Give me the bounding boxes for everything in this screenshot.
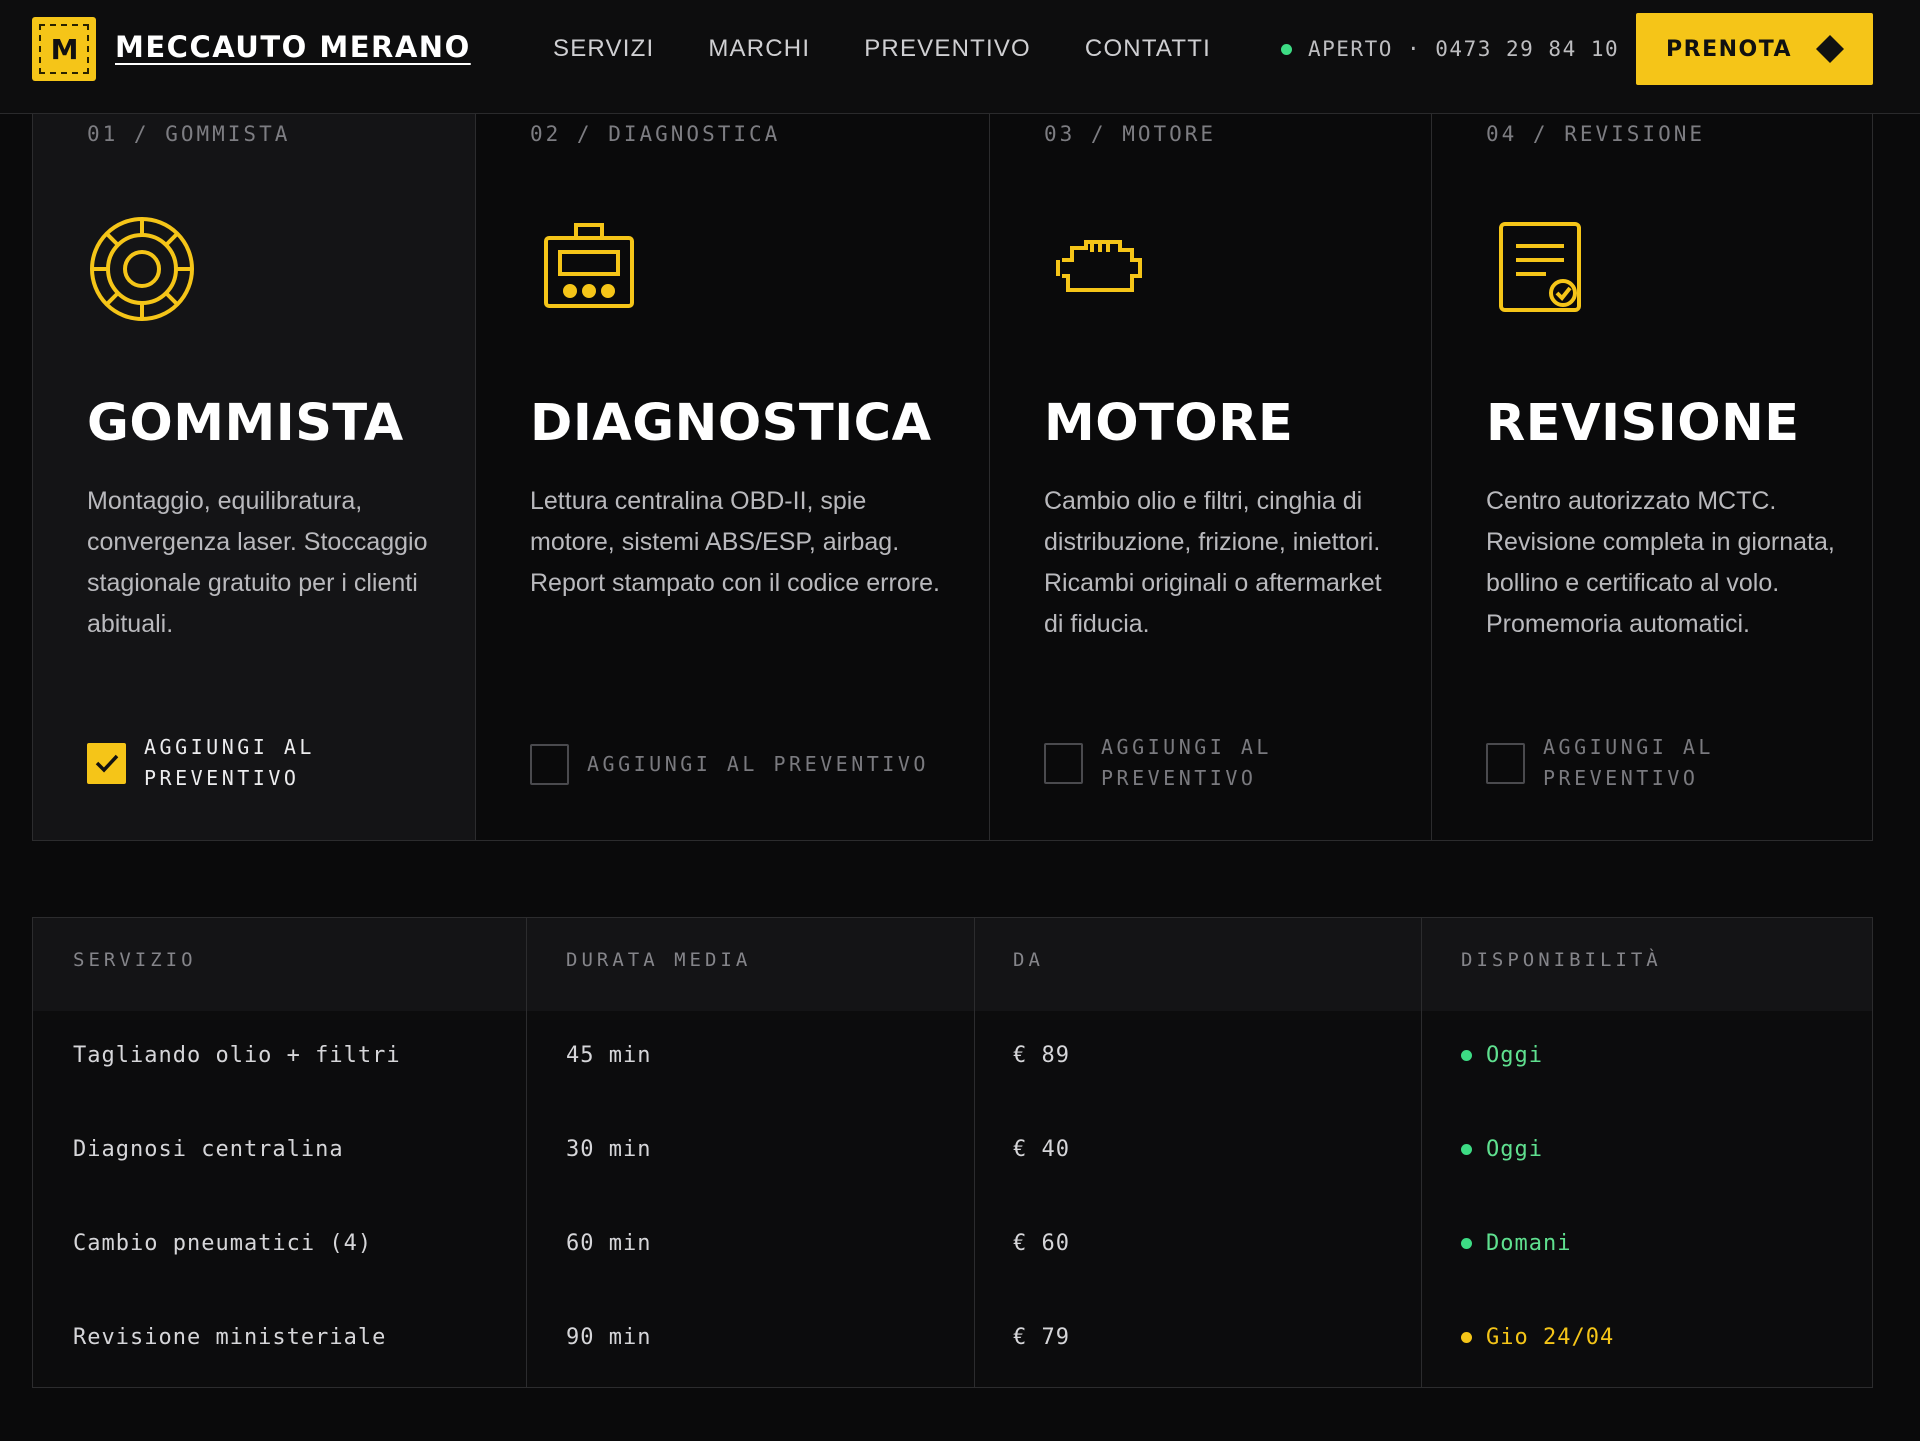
add-to-quote-label: AGGIUNGI AL PREVENTIVO (1543, 735, 1714, 790)
opening-status: APERTO · 0473 29 84 10 (1281, 34, 1619, 64)
cell-service: Cambio pneumatici (4) (73, 1231, 373, 1256)
service-card-gommista: 01 / GOMMISTA GOMMISTA Montaggio, equili… (33, 114, 476, 840)
brand-name[interactable]: MECCAUTO MERANO (115, 30, 471, 64)
status-text: APERTO · 0473 29 84 10 (1308, 37, 1620, 61)
column-header-price: DA (1013, 949, 1044, 971)
nav-servizi[interactable]: SERVIZI (553, 34, 654, 64)
table-row[interactable]: Cambio pneumatici (4) 60 min € 60 Domani (33, 1199, 1872, 1293)
cell-service: Tagliando olio + filtri (73, 1043, 401, 1068)
service-number: 01 / GOMMISTA (87, 122, 291, 146)
service-card-revisione: 04 / REVISIONE REVISIONE Centro autorizz… (1432, 114, 1874, 840)
cell-price: € 60 (1013, 1231, 1070, 1256)
cell-duration: 60 min (566, 1231, 652, 1256)
book-button-label: PRENOTA (1666, 36, 1793, 62)
cell-price: € 79 (1013, 1325, 1070, 1350)
logo-letter: M (39, 24, 89, 74)
diamond-icon (1816, 35, 1844, 63)
table-row[interactable]: Revisione ministeriale 90 min € 79 Gio 2… (33, 1293, 1872, 1387)
cell-availability: Oggi (1461, 1043, 1543, 1068)
checkbox-unchecked[interactable] (1486, 742, 1525, 784)
cell-price: € 40 (1013, 1137, 1070, 1162)
add-to-quote-checkbox[interactable]: AGGIUNGI AL PREVENTIVO (87, 732, 324, 794)
add-to-quote-checkbox[interactable]: AGGIUNGI AL PREVENTIVO (1486, 732, 1723, 794)
cell-duration: 30 min (566, 1137, 652, 1162)
main-nav: SERVIZI MARCHI PREVENTIVO CONTATTI (553, 34, 1265, 64)
service-title: GOMMISTA (87, 394, 404, 453)
service-description: Montaggio, equilibratura, convergenza la… (87, 487, 428, 638)
cell-duration: 90 min (566, 1325, 652, 1350)
availability-dot-icon (1461, 1332, 1472, 1343)
service-description: Centro autorizzato MCTC. Revisione compl… (1486, 487, 1835, 638)
certificate-icon (1499, 222, 1581, 312)
table-header: SERVIZIO DURATA MEDIA DA DISPONIBILITÀ (33, 918, 1872, 1011)
service-title: REVISIONE (1486, 394, 1800, 453)
table-row[interactable]: Diagnosi centralina 30 min € 40 Oggi (33, 1105, 1872, 1199)
cell-price: € 89 (1013, 1043, 1070, 1068)
service-description: Cambio olio e filtri, cinghia di distrib… (1044, 487, 1382, 638)
availability-text: Domani (1486, 1231, 1572, 1256)
checkbox-checked[interactable] (87, 742, 126, 784)
availability-text: Oggi (1486, 1137, 1543, 1162)
add-to-quote-label: AGGIUNGI AL PREVENTIVO (144, 735, 315, 790)
service-number: 03 / MOTORE (1044, 122, 1217, 146)
availability-dot-icon (1461, 1050, 1472, 1061)
availability-text: Gio 24/04 (1486, 1325, 1615, 1350)
cell-service: Revisione ministeriale (73, 1325, 387, 1350)
availability-dot-icon (1461, 1144, 1472, 1155)
services-table: SERVIZIO DURATA MEDIA DA DISPONIBILITÀ T… (32, 917, 1873, 1388)
service-title: MOTORE (1044, 394, 1294, 453)
availability-dot-icon (1461, 1238, 1472, 1249)
add-to-quote-label: AGGIUNGI AL PREVENTIVO (1101, 735, 1272, 790)
site-header: M MECCAUTO MERANO SERVIZI MARCHI PREVENT… (0, 0, 1920, 114)
checkbox-unchecked[interactable] (1044, 742, 1083, 784)
nav-contatti[interactable]: CONTATTI (1085, 34, 1211, 64)
availability-text: Oggi (1486, 1043, 1543, 1068)
service-card-motore: 03 / MOTORE MOTORE Cambio olio e filtri,… (990, 114, 1432, 840)
cell-availability: Oggi (1461, 1137, 1543, 1162)
nav-marchi[interactable]: MARCHI (708, 34, 810, 64)
logo-mark[interactable]: M (32, 17, 96, 81)
book-button[interactable]: PRENOTA (1636, 13, 1873, 85)
column-header-service: SERVIZIO (73, 949, 197, 971)
table-row[interactable]: Tagliando olio + filtri 45 min € 89 Oggi (33, 1011, 1872, 1105)
diagnostic-device-icon (544, 223, 634, 308)
service-card-diagnostica: 02 / DIAGNOSTICA DIAGNOSTICA Lettura cen… (476, 114, 990, 840)
column-header-availability: DISPONIBILITÀ (1461, 949, 1662, 971)
services-grid: 01 / GOMMISTA GOMMISTA Montaggio, equili… (32, 114, 1873, 841)
service-description: Lettura centralina OBD-II, spie motore, … (530, 487, 940, 597)
cell-service: Diagnosi centralina (73, 1137, 344, 1162)
engine-icon (1056, 240, 1142, 292)
tire-icon (90, 217, 194, 321)
add-to-quote-checkbox[interactable]: AGGIUNGI AL PREVENTIVO (530, 744, 929, 785)
check-icon (95, 754, 118, 773)
status-dot-icon (1281, 43, 1292, 55)
nav-preventivo[interactable]: PREVENTIVO (864, 34, 1031, 64)
cell-availability: Domani (1461, 1231, 1571, 1256)
cell-duration: 45 min (566, 1043, 652, 1068)
service-number: 04 / REVISIONE (1486, 122, 1706, 146)
service-number: 02 / DIAGNOSTICA (530, 122, 781, 146)
add-to-quote-label: AGGIUNGI AL PREVENTIVO (587, 752, 929, 776)
service-title: DIAGNOSTICA (530, 394, 932, 453)
add-to-quote-checkbox[interactable]: AGGIUNGI AL PREVENTIVO (1044, 732, 1281, 794)
checkbox-unchecked[interactable] (530, 744, 569, 785)
column-header-duration: DURATA MEDIA (566, 949, 752, 971)
cell-availability: Gio 24/04 (1461, 1325, 1614, 1350)
